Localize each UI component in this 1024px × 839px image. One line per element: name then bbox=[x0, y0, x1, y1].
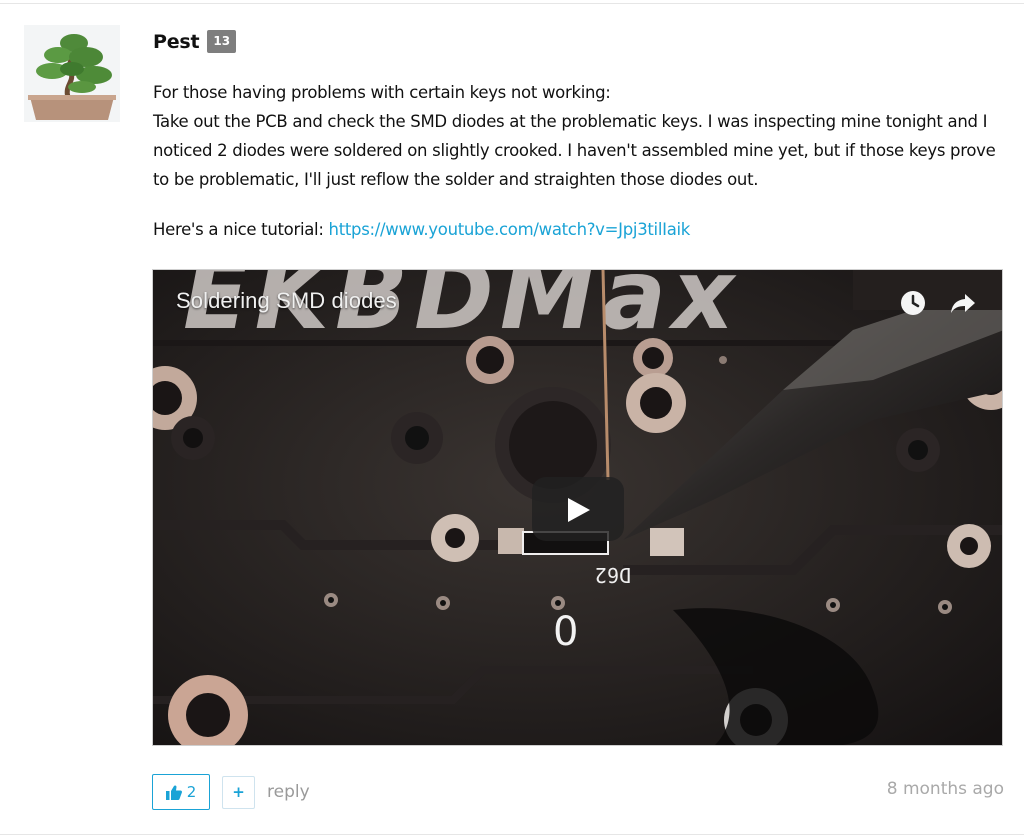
timestamp[interactable]: 8 months ago bbox=[887, 779, 1004, 799]
svg-text:0: 0 bbox=[553, 609, 578, 655]
tutorial-line: Here's a nice tutorial: https://www.yout… bbox=[153, 215, 1008, 244]
video-embed[interactable]: EKBDMax D62 0 Soldering SMD diodes bbox=[152, 269, 1003, 746]
username[interactable]: Pest bbox=[153, 31, 200, 53]
comment-header: Pest 13 bbox=[153, 30, 237, 53]
clock-icon[interactable] bbox=[898, 288, 928, 318]
comment-body: For those having problems with certain k… bbox=[153, 78, 1008, 244]
reputation-badge: 13 bbox=[207, 30, 237, 53]
video-title[interactable]: Soldering SMD diodes bbox=[176, 288, 397, 314]
comment-line: noticed 2 diodes were soldered on slight… bbox=[153, 141, 996, 160]
svg-text:D62: D62 bbox=[595, 563, 631, 587]
tutorial-link[interactable]: https://www.youtube.com/watch?v=Jpj3tilI… bbox=[329, 220, 691, 239]
avatar[interactable] bbox=[24, 25, 120, 122]
reply-link[interactable]: reply bbox=[267, 782, 310, 802]
bottom-divider bbox=[0, 834, 1024, 835]
play-icon bbox=[568, 498, 590, 522]
top-divider bbox=[0, 3, 1024, 4]
comment-line: For those having problems with certain k… bbox=[153, 83, 611, 102]
comment-line: to be problematic, I'll just reflow the … bbox=[153, 170, 759, 189]
comment-line: Take out the PCB and check the SMD diode… bbox=[153, 112, 988, 131]
upvote-button[interactable]: 2 bbox=[152, 774, 210, 810]
bonsai-tree-avatar-icon bbox=[24, 25, 120, 122]
tutorial-prefix: Here's a nice tutorial: bbox=[153, 220, 329, 239]
vote-count: 2 bbox=[186, 783, 197, 801]
comment-actions: 2 + reply bbox=[152, 774, 310, 810]
plus-button[interactable]: + bbox=[222, 775, 255, 809]
thumbs-up-icon bbox=[165, 784, 182, 800]
play-button[interactable] bbox=[532, 477, 624, 541]
share-arrow-icon[interactable] bbox=[947, 288, 979, 318]
